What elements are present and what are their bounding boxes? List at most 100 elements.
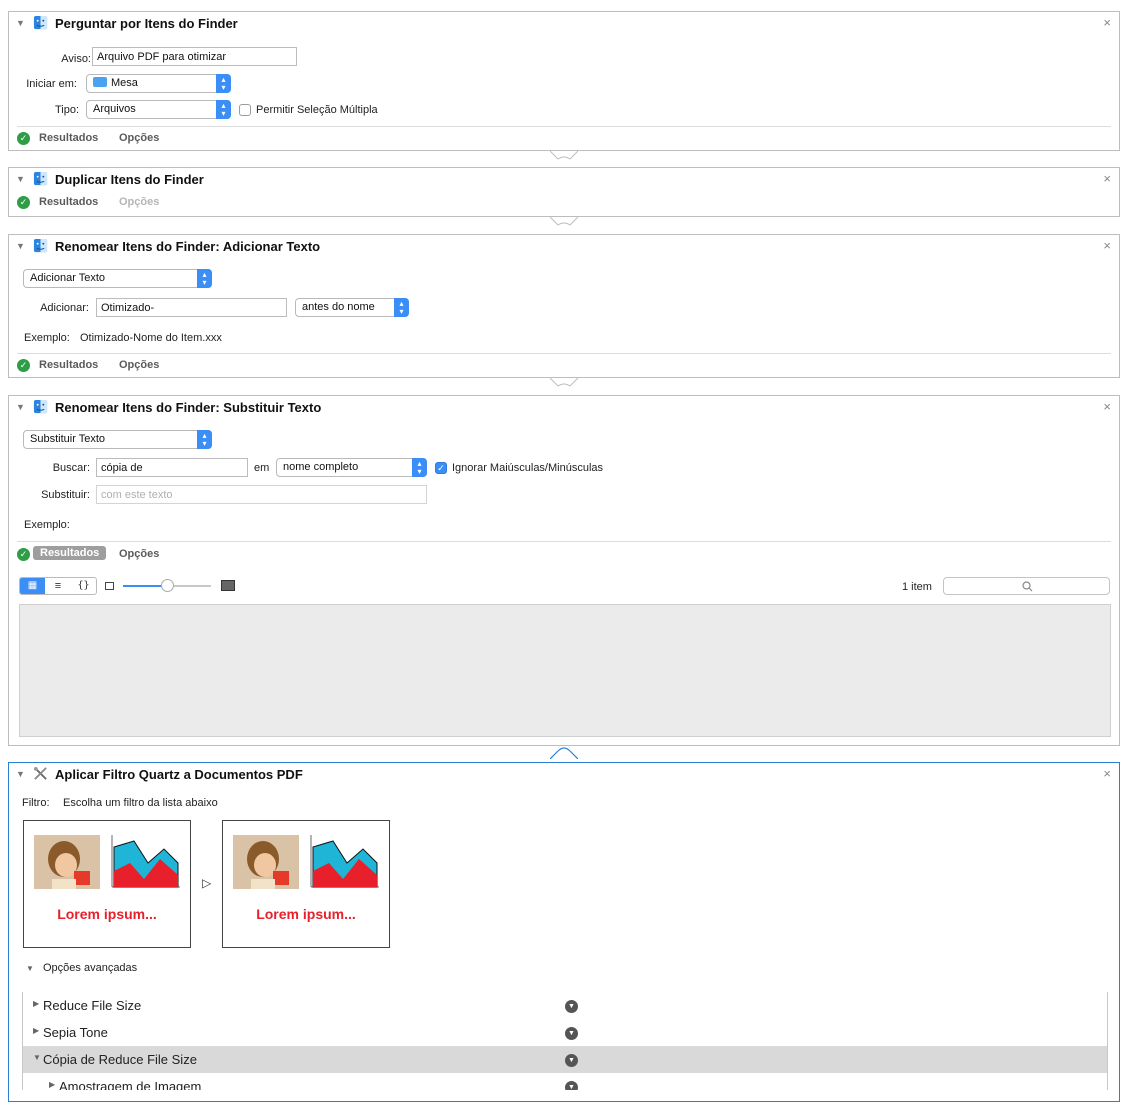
disclosure-triangle-icon[interactable]: ▼	[16, 769, 25, 779]
aviso-label: Aviso:	[61, 53, 91, 65]
checkmark-circle-icon: ✓	[17, 359, 30, 372]
action-title: Renomear Itens do Finder: Adicionar Text…	[55, 239, 321, 254]
tipo-popup[interactable]: Arquivos ▴ ▾	[86, 100, 231, 119]
advanced-options-label[interactable]: Opções avançadas	[43, 962, 137, 974]
options-tab[interactable]: Opções	[119, 132, 159, 144]
disclosure-triangle-icon[interactable]: ▼	[16, 174, 25, 184]
disclosure-triangle-icon[interactable]: ▶	[33, 1026, 39, 1035]
close-icon[interactable]: ×	[1103, 15, 1111, 30]
rename-mode-value: Substituir Texto	[30, 433, 106, 445]
action-header: ▼ Aplicar Filtro Quartz a Documentos PDF…	[9, 763, 1119, 787]
results-view-area	[19, 604, 1111, 737]
action-menu-icon[interactable]: ▼	[565, 1054, 578, 1067]
action-connector	[550, 747, 578, 759]
results-search-field[interactable]	[943, 577, 1110, 595]
disclosure-triangle-icon[interactable]: ▼	[16, 18, 25, 28]
action-rename-add-text: ▼ Renomear Itens do Finder: Adicionar Te…	[8, 234, 1120, 378]
add-text-field[interactable]: Otimizado-	[96, 298, 287, 317]
results-tab[interactable]: Resultados	[39, 196, 98, 208]
slider-knob[interactable]	[161, 579, 174, 592]
close-icon[interactable]: ×	[1103, 399, 1111, 414]
preview-text: Lorem ipsum...	[57, 906, 157, 922]
filter-name: Sepia Tone	[43, 1025, 108, 1040]
action-title: Aplicar Filtro Quartz a Documentos PDF	[55, 767, 303, 782]
action-connector	[550, 151, 578, 160]
action-header: ▼ Renomear Itens do Finder: Adicionar Te…	[9, 235, 1119, 259]
iniciar-label: Iniciar em:	[26, 78, 77, 90]
scope-value: nome completo	[283, 461, 359, 473]
chevron-updown-icon: ▴ ▾	[197, 430, 212, 449]
finder-icon	[33, 238, 48, 253]
action-menu-icon[interactable]: ▼	[565, 1027, 578, 1040]
chevron-updown-icon: ▴ ▾	[197, 269, 212, 288]
filter-preview-before: Lorem ipsum...	[23, 820, 191, 948]
disclosure-triangle-icon[interactable]: ▼	[16, 241, 25, 251]
preview-text: Lorem ipsum...	[256, 906, 356, 922]
disclosure-triangle-icon[interactable]: ▼	[26, 964, 34, 973]
code-view-icon[interactable]: {}	[71, 578, 96, 594]
folder-icon	[93, 77, 107, 87]
close-icon[interactable]: ×	[1103, 766, 1111, 781]
finder-icon	[33, 399, 48, 414]
close-icon[interactable]: ×	[1103, 238, 1111, 253]
iniciar-value: Mesa	[111, 77, 138, 89]
add-label: Adicionar:	[40, 302, 89, 314]
close-icon[interactable]: ×	[1103, 171, 1111, 186]
filter-name: Reduce File Size	[43, 998, 142, 1013]
icon-view-icon[interactable]: ▦	[20, 578, 45, 594]
arrow-right-icon: ▷	[202, 876, 212, 890]
tipo-value: Arquivos	[93, 103, 136, 115]
ignore-case-label: Ignorar Maiúsculas/Minúsculas	[452, 462, 604, 474]
divider	[17, 126, 1111, 127]
options-tab[interactable]: Opções	[119, 548, 159, 560]
small-thumbnail-icon	[105, 582, 114, 590]
scope-popup[interactable]: nome completo ▴ ▾	[276, 458, 427, 477]
rename-mode-value: Adicionar Texto	[30, 272, 106, 284]
filter-row[interactable]: ▶ Reduce File Size ▼	[23, 992, 1107, 1019]
item-count: 1 item	[902, 581, 932, 593]
results-tab[interactable]: Resultados	[33, 546, 107, 560]
aviso-field[interactable]: Arquivo PDF para otimizar	[92, 47, 297, 66]
action-header: ▼ Renomear Itens do Finder: Substituir T…	[9, 396, 1119, 420]
disclosure-triangle-icon[interactable]: ▼	[33, 1053, 41, 1062]
iniciar-popup[interactable]: Mesa ▴ ▾	[86, 74, 231, 93]
checkmark-circle-icon: ✓	[17, 548, 30, 561]
multi-select-checkbox[interactable]	[239, 104, 251, 116]
replace-field[interactable]: com este texto	[96, 485, 427, 504]
ignore-case-checkbox[interactable]: ✓	[435, 462, 447, 474]
find-field[interactable]: cópia de	[96, 458, 248, 477]
list-view-icon[interactable]: ≡	[46, 578, 70, 594]
rename-mode-popup[interactable]: Substituir Texto ▴ ▾	[23, 430, 212, 449]
position-value: antes do nome	[302, 301, 375, 313]
large-thumbnail-icon	[221, 580, 235, 591]
disclosure-triangle-icon[interactable]: ▶	[33, 999, 39, 1008]
filter-row-selected[interactable]: ▼ Cópia de Reduce File Size ▼	[23, 1046, 1107, 1073]
action-footer: ✓ Resultados Opções	[9, 544, 1119, 566]
filter-row[interactable]: ▶ Sepia Tone ▼	[23, 1019, 1107, 1046]
disclosure-triangle-icon[interactable]: ▼	[16, 402, 25, 412]
results-tab[interactable]: Resultados	[39, 359, 98, 371]
chevron-updown-icon: ▴ ▾	[216, 100, 231, 119]
action-menu-icon[interactable]: ▼	[565, 1081, 578, 1090]
results-tab[interactable]: Resultados	[39, 132, 98, 144]
disclosure-triangle-icon[interactable]: ▶	[49, 1080, 55, 1089]
filter-subrow[interactable]: ▶ Amostragem de Imagem ▼	[23, 1073, 1107, 1090]
multi-select-label: Permitir Seleção Múltipla	[256, 104, 378, 116]
tools-icon	[33, 766, 47, 780]
position-popup[interactable]: antes do nome ▴ ▾	[295, 298, 409, 317]
finder-icon	[33, 171, 48, 186]
preview-photo	[233, 835, 299, 889]
thumbnail-size-slider[interactable]	[123, 579, 211, 592]
replace-label: Substituir:	[41, 489, 90, 501]
action-header: ▼ Duplicar Itens do Finder ×	[9, 168, 1119, 192]
rename-mode-popup[interactable]: Adicionar Texto ▴ ▾	[23, 269, 212, 288]
options-tab[interactable]: Opções	[119, 359, 159, 371]
action-title: Renomear Itens do Finder: Substituir Tex…	[55, 400, 322, 415]
example-label: Exemplo:	[24, 332, 70, 344]
action-rename-replace-text: ▼ Renomear Itens do Finder: Substituir T…	[8, 395, 1120, 746]
quartz-filter-list: ▶ Reduce File Size ▼ ▶ Sepia Tone ▼ ▼ Có…	[22, 992, 1108, 1090]
preview-photo	[34, 835, 100, 889]
example-value: Otimizado-Nome do Item.xxx	[80, 332, 222, 344]
action-menu-icon[interactable]: ▼	[565, 1000, 578, 1013]
view-mode-segmented-control[interactable]: ▦ ≡ {}	[19, 577, 97, 595]
